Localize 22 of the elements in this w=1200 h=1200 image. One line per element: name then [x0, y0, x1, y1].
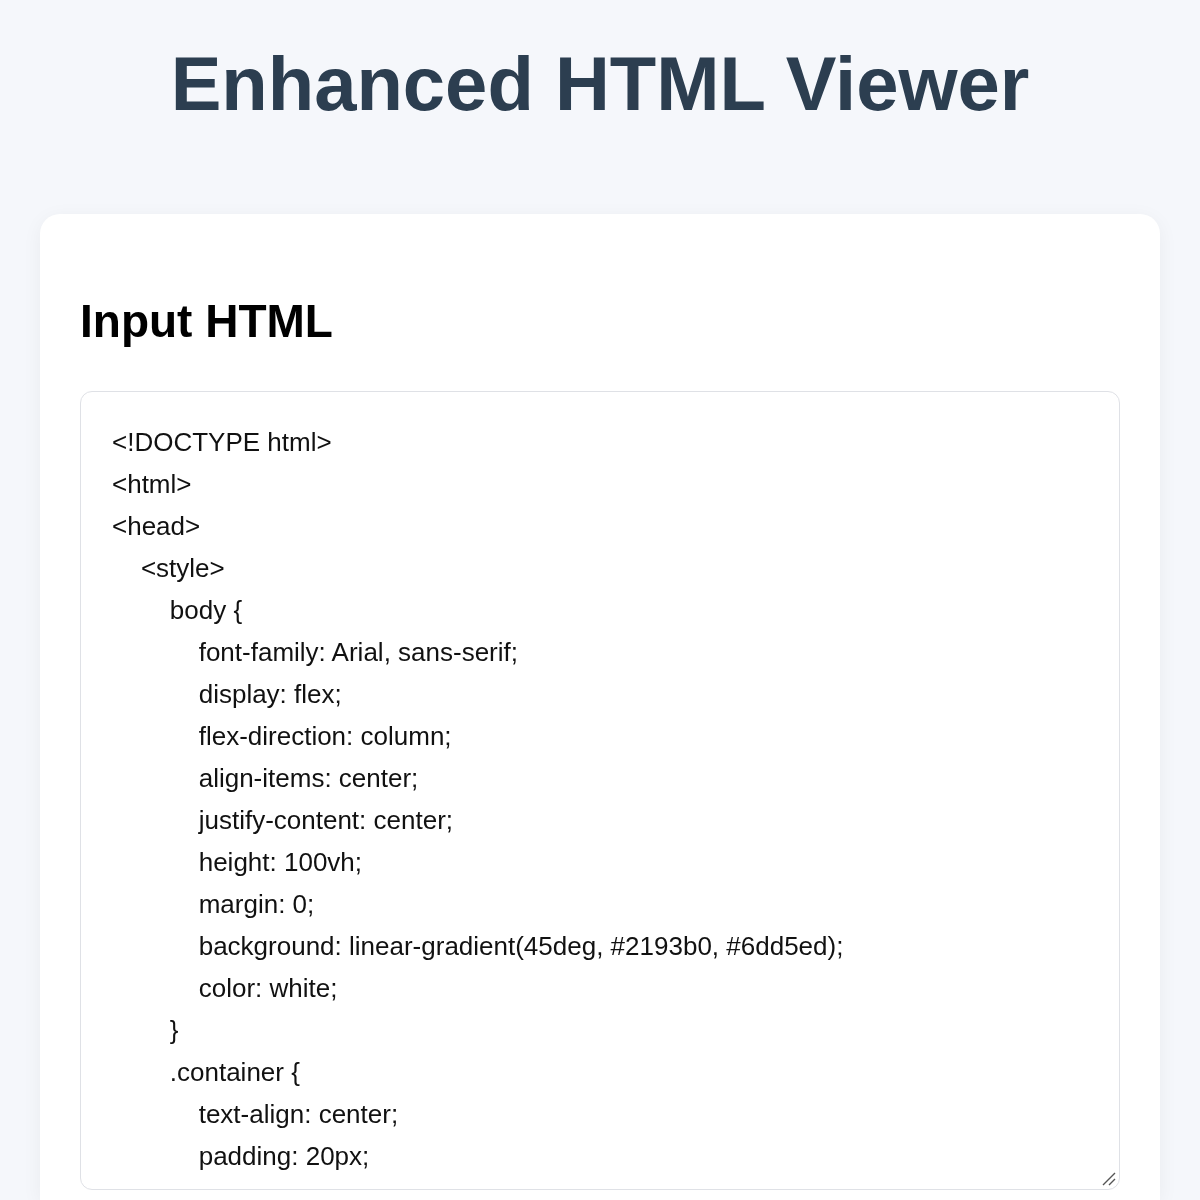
code-line: margin: 0; [197, 888, 315, 921]
code-line: background: linear-gradient(45deg, #2193b0, #6dd5ed); [197, 930, 844, 963]
code-line: <html> [112, 468, 192, 501]
code-line: padding: 20px; [197, 1140, 370, 1173]
code-line: <!DOCTYPE html> [112, 426, 332, 459]
section-heading: Input HTML [80, 294, 333, 349]
html-input-field[interactable] [80, 391, 1120, 1190]
page-title: Enhanced HTML Viewer [170, 40, 1030, 128]
code-line: text-align: center; [197, 1098, 399, 1131]
code-line: font-family: Arial, sans-serif; [197, 636, 518, 669]
code-line: <style> [139, 552, 225, 585]
code-line: align-items: center; [197, 762, 419, 795]
resize-handle-icon [1102, 1172, 1116, 1186]
code-line: height: 100vh; [197, 846, 363, 879]
code-line: display: flex; [197, 678, 342, 711]
code-line: flex-direction: column; [197, 720, 452, 753]
code-line: } [168, 1014, 179, 1047]
code-line: body { [168, 594, 243, 627]
code-line: color: white; [197, 972, 338, 1005]
code-line: .container { [168, 1056, 300, 1089]
code-line: justify-content: center; [197, 804, 454, 837]
code-line: <head> [112, 510, 201, 543]
